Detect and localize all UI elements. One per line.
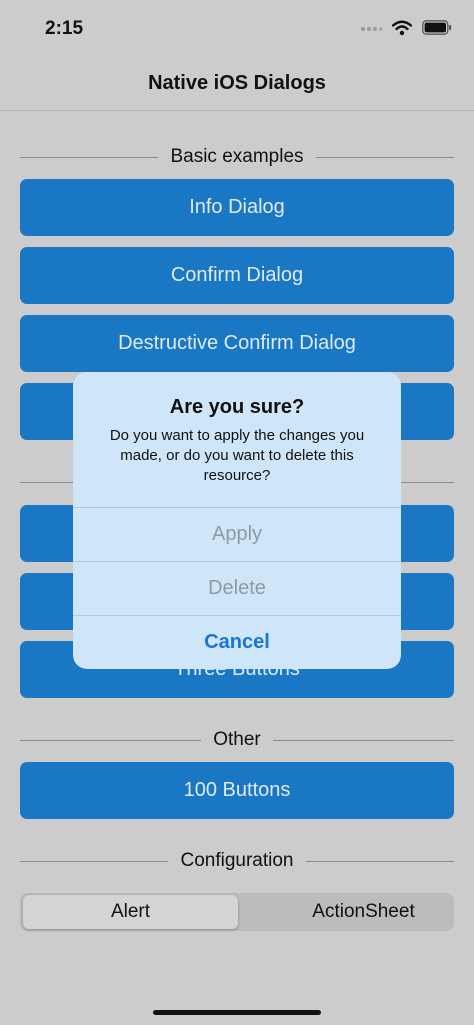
section-basic-examples: Basic examples	[20, 143, 454, 171]
signal-icon	[360, 21, 383, 39]
divider	[20, 860, 169, 862]
home-indicator	[153, 1010, 321, 1015]
delete-button[interactable]: Delete	[73, 561, 401, 615]
status-bar: 2:15	[0, 0, 474, 60]
section-label: Configuration	[180, 850, 294, 871]
dialog-message: Do you want to apply the changes you mad…	[109, 427, 365, 484]
divider	[315, 156, 454, 158]
divider	[272, 739, 454, 741]
battery-icon	[422, 20, 452, 40]
hundred-buttons-button[interactable]: 100 Buttons	[20, 762, 454, 819]
nav-bar: Native iOS Dialogs	[0, 60, 474, 111]
segment-actionsheet[interactable]: ActionSheet	[256, 895, 471, 929]
section-label: Other	[213, 729, 261, 750]
divider	[20, 739, 202, 741]
section-label: Basic examples	[170, 146, 304, 167]
status-icons	[360, 20, 452, 40]
section-configuration: Configuration	[20, 847, 454, 875]
divider	[20, 156, 159, 158]
section-other: Other	[20, 726, 454, 754]
cancel-button[interactable]: Cancel	[73, 615, 401, 669]
dialog-style-segmented-control: Alert ActionSheet	[20, 893, 454, 931]
status-time: 2:15	[45, 18, 84, 39]
alert-dialog: Are you sure? Do you want to apply the c…	[73, 372, 401, 669]
divider	[305, 860, 454, 862]
info-dialog-button[interactable]: Info Dialog	[20, 179, 454, 236]
segment-alert[interactable]: Alert	[23, 895, 238, 929]
wifi-icon	[391, 20, 413, 41]
destructive-confirm-dialog-button[interactable]: Destructive Confirm Dialog	[20, 315, 454, 372]
confirm-dialog-button[interactable]: Confirm Dialog	[20, 247, 454, 304]
dialog-title: Are you sure?	[169, 396, 305, 418]
apply-button[interactable]: Apply	[73, 507, 401, 561]
page-title: Native iOS Dialogs	[148, 72, 326, 94]
